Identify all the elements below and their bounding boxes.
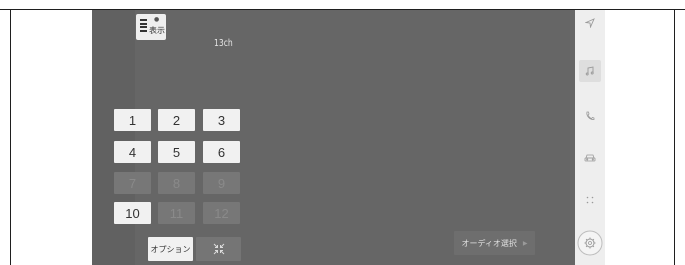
indicator-dot-icon: ●	[154, 16, 160, 23]
audio-screen: ● 表示 13ch 1 2 3 4 5 6 7 8 9 10 11 12 オプシ…	[92, 10, 575, 265]
preset-key-7[interactable]: 7	[114, 172, 151, 194]
navigation-icon	[585, 18, 595, 28]
rail-item-vehicle[interactable]	[575, 153, 605, 163]
rail-item-phone[interactable]	[575, 111, 605, 121]
rail-item-settings[interactable]	[575, 230, 605, 256]
rail-item-apps[interactable]	[575, 196, 605, 204]
left-panel	[92, 10, 135, 265]
frame-left-line	[10, 9, 11, 265]
preset-key-12[interactable]: 12	[203, 202, 240, 224]
preset-key-2[interactable]: 2	[158, 109, 195, 131]
preset-key-10[interactable]: 10	[114, 202, 151, 224]
rail-item-navigation[interactable]	[575, 18, 605, 28]
preset-key-4[interactable]: 4	[114, 141, 151, 163]
options-button[interactable]: オプション	[148, 237, 193, 261]
preset-key-9[interactable]: 9	[203, 172, 240, 194]
preset-key-3[interactable]: 3	[203, 109, 240, 131]
collapse-icon	[213, 243, 224, 255]
rail-item-music[interactable]	[575, 66, 605, 76]
display-button[interactable]: ● 表示	[136, 14, 166, 40]
preset-key-6[interactable]: 6	[203, 141, 240, 163]
preset-key-5[interactable]: 5	[158, 141, 195, 163]
settings-icon	[577, 230, 603, 256]
audio-select-button[interactable]: オーディオ選択 ▶	[454, 231, 535, 255]
phone-icon	[586, 111, 595, 120]
list-icon	[140, 19, 147, 33]
frame-right-line	[674, 9, 675, 265]
music-icon	[585, 66, 594, 76]
car-icon	[584, 154, 596, 162]
apps-icon	[586, 196, 594, 204]
audio-select-label: オーディオ選択	[461, 238, 517, 248]
preset-key-1[interactable]: 1	[114, 109, 151, 131]
side-rail	[575, 10, 605, 265]
display-button-label: 表示	[149, 26, 165, 35]
channel-label: 13ch	[214, 38, 233, 49]
collapse-button[interactable]	[196, 237, 241, 261]
chevron-right-icon: ▶	[522, 239, 528, 247]
preset-key-8[interactable]: 8	[158, 172, 195, 194]
preset-key-11[interactable]: 11	[158, 202, 195, 224]
